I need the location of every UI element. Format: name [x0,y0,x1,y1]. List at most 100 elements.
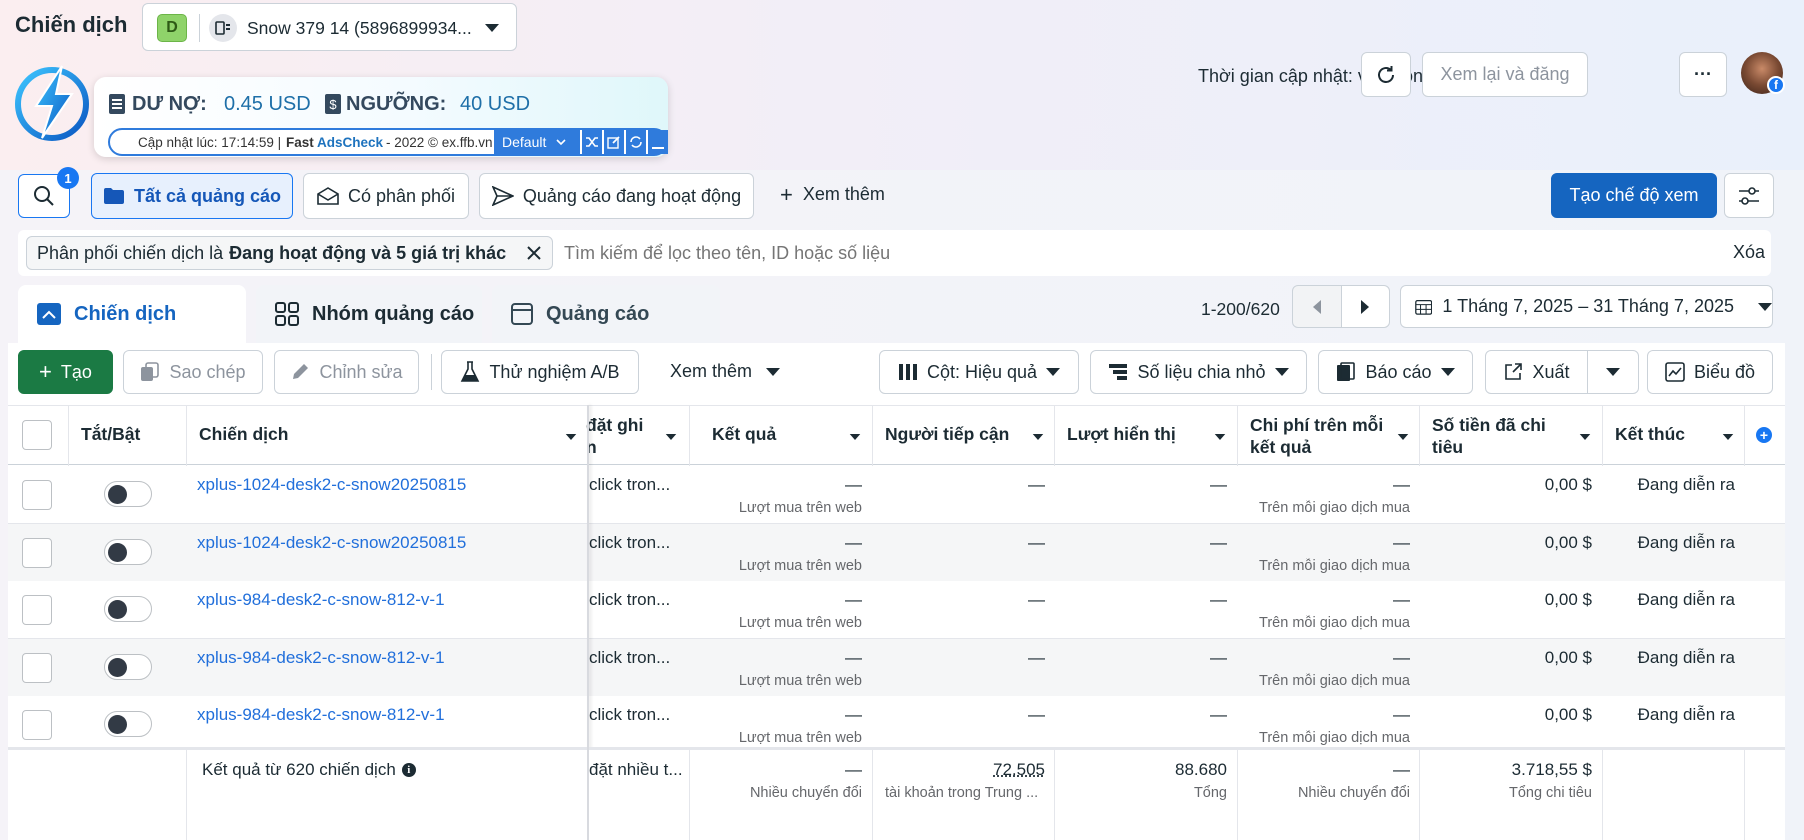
create-view-button[interactable]: Tạo chế độ xem [1551,173,1717,218]
ext-shuffle-button[interactable] [582,130,602,154]
ext-edit-button[interactable] [604,130,624,154]
reports-button[interactable]: Báo cáo [1318,350,1473,394]
campaign-name-link[interactable]: xplus-984-desk2-c-snow-812-v-1 [197,648,582,668]
header-cost-per-result[interactable]: Chi phí trên mỗi kết quả [1250,414,1383,458]
ext-minimize-button[interactable] [648,130,668,154]
tab-delivering[interactable]: Có phân phối [303,173,469,219]
header-results[interactable]: Kết quả [712,424,776,445]
columns-button[interactable]: Cột: Hiệu quả [879,350,1079,394]
chevron-down-icon [1606,368,1620,376]
tab-all-ads[interactable]: Tất cả quảng cáo [91,173,293,219]
filter-search-input[interactable] [564,238,1464,268]
envelope-icon [317,187,339,205]
campaign-toggle[interactable] [104,596,152,622]
cost-per-result-cell: — [1393,475,1410,494]
ab-test-label: Thử nghiệm A/B [489,361,620,382]
end-date-cell: Đang diễn ra [1637,648,1735,667]
prev-page-button[interactable] [1292,285,1390,328]
campaign-toggle[interactable] [104,481,152,507]
select-all-checkbox[interactable] [22,420,52,450]
money-icon: $ [325,94,341,114]
close-icon[interactable] [526,245,542,261]
export-dropdown-button[interactable] [1587,350,1639,394]
ext-sync-button[interactable] [626,130,646,154]
sort-chevron-icon[interactable] [1214,434,1226,440]
more-actions-label: Xem thêm [670,361,753,381]
campaign-name-link[interactable]: xplus-1024-desk2-c-snow20250815 [197,533,582,553]
export-button[interactable]: Xuất [1485,350,1588,394]
tab-ads[interactable]: Quảng cáo [492,285,720,343]
ext-profile-select[interactable]: Default [494,130,580,154]
end-date-cell: Đang diễn ra [1637,590,1735,609]
info-icon[interactable]: i [401,763,416,777]
row-checkbox[interactable] [22,480,52,510]
clear-filters-link[interactable]: Xóa [1733,242,1765,263]
avatar[interactable]: f [1741,52,1785,94]
sort-chevron-icon[interactable] [849,434,861,440]
shuffle-icon [586,137,598,147]
flask-icon [461,361,480,382]
summary-result-sub: Nhiều chuyển đổi [749,785,862,801]
impressions-cell: — [1210,705,1227,724]
see-more-filters[interactable]: + Xem thêm [780,183,885,205]
campaign-name-link[interactable]: xplus-1024-desk2-c-snow20250815 [197,475,582,495]
export-icon [1505,363,1523,380]
see-more-label: Xem thêm [802,184,885,204]
grid-icon [275,302,299,326]
account-selector[interactable]: D Snow 379 14 (5896899934... [142,3,517,51]
tab-active-ads[interactable]: Quảng cáo đang hoạt động [479,173,754,219]
view-settings-button[interactable] [1724,173,1774,218]
header-impressions[interactable]: Lượt hiển thị [1067,424,1176,445]
summary-reach: 72.505 [993,760,1045,779]
sort-chevron-icon[interactable] [1032,434,1044,440]
row-checkbox[interactable] [22,710,52,740]
row-checkbox[interactable] [22,595,52,625]
sort-chevron-icon[interactable] [665,434,677,440]
header-bid-strategy[interactable]: đặt ghi n [586,414,643,458]
header-cpr-line1: Chi phí trên mỗi [1250,415,1384,435]
date-range-value: 1 Tháng 7, 2025 – 31 Tháng 7, 2025 [1442,296,1734,316]
header-end[interactable]: Kết thúc [1615,424,1685,445]
search-button[interactable]: 1 [18,167,79,218]
header-cpr-line2: kết quả [1250,437,1312,457]
sort-chevron-icon[interactable] [1579,434,1591,440]
chart-button[interactable]: Biểu đồ [1647,350,1773,394]
campaign-name-link[interactable]: xplus-984-desk2-c-snow-812-v-1 [197,590,582,610]
duplicate-label: Sao chép [169,361,246,382]
refresh-button[interactable] [1361,52,1411,97]
sort-chevron-icon[interactable] [1722,434,1734,440]
more-options-button[interactable]: ··· [1679,52,1727,97]
campaign-toggle[interactable] [104,539,152,565]
bid-strategy-cell: click tron... [589,705,671,724]
chevron-right-icon[interactable] [1341,286,1389,327]
tab-ad-sets[interactable]: Nhóm quảng cáo [256,285,482,343]
campaign-toggle[interactable] [104,711,152,737]
create-button[interactable]: + Tạo [18,350,113,394]
campaign-toggle[interactable] [104,654,152,680]
more-actions-dropdown[interactable]: Xem thêm [670,361,781,382]
ab-test-button[interactable]: Thử nghiệm A/B [441,350,639,394]
summary-result: — [845,760,862,779]
row-checkbox[interactable] [22,538,52,568]
row-checkbox[interactable] [22,653,52,683]
sort-chevron-icon[interactable] [565,434,577,440]
search-filter-badge: 1 [57,167,79,189]
account-name: Snow 379 14 (5896899934... [247,18,472,38]
sort-chevron-icon[interactable] [1397,434,1409,440]
impressions-cell: — [1210,648,1227,667]
header-amount-spent[interactable]: Số tiền đã chi tiêu [1432,414,1546,458]
review-publish-button[interactable]: Xem lại và đăng [1422,52,1588,97]
campaign-name-link[interactable]: xplus-984-desk2-c-snow-812-v-1 [197,705,582,725]
tab-campaigns[interactable]: Chiến dịch [18,285,246,343]
date-range-picker[interactable]: 1 Tháng 7, 2025 – 31 Tháng 7, 2025 [1400,285,1773,328]
duplicate-button[interactable]: Sao chép [123,350,263,394]
header-reach[interactable]: Người tiếp cận [885,424,1009,445]
filter-chip[interactable]: Phân phối chiến dịch là Đang hoạt động v… [26,236,554,270]
chevron-left-icon[interactable] [1293,286,1342,327]
add-column-icon[interactable]: + [1756,427,1772,443]
breakdown-button[interactable]: Số liệu chia nhỏ [1090,350,1307,394]
sync-icon [630,136,642,148]
chevron-down-icon [1440,368,1455,376]
header-campaign[interactable]: Chiến dịch [199,424,288,445]
edit-button[interactable]: Chỉnh sửa [274,350,419,394]
